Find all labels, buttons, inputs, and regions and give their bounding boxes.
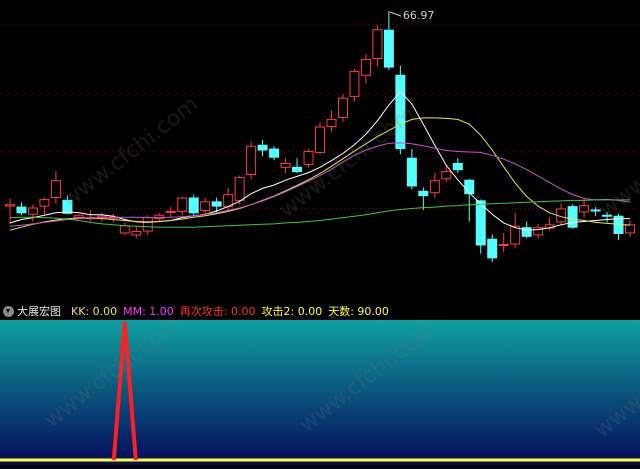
candle-body	[487, 238, 498, 259]
candle-body	[257, 144, 268, 151]
candle-body	[498, 243, 509, 246]
candle-body	[73, 215, 84, 219]
candle-body	[211, 201, 222, 207]
candle-body	[429, 180, 440, 194]
candle-body	[315, 126, 325, 153]
param-attack2: 攻击2: 0.00	[261, 305, 323, 318]
candle-body	[131, 231, 142, 236]
indicator-chart-svg[interactable]	[0, 320, 640, 465]
collapse-toggle-icon[interactable]	[3, 305, 14, 317]
candle-body	[269, 148, 280, 158]
candle-body	[50, 180, 61, 198]
candle-body	[62, 199, 73, 214]
candle-body	[5, 204, 15, 207]
candle-body	[188, 197, 199, 214]
candle-body	[395, 74, 406, 150]
param-attack-again: 再次攻击: 0.00	[179, 305, 256, 318]
indicator-panel[interactable]: www.cfchi.com www.cfchi.com www.cfchi.co…	[0, 312, 640, 465]
candle-body	[349, 70, 360, 97]
candle-body	[567, 206, 578, 228]
candle-body	[337, 97, 348, 118]
candlestick-chart-svg[interactable]: 66.97	[0, 0, 640, 302]
candle-body	[406, 157, 417, 187]
candle-body	[441, 171, 452, 180]
candle-body	[292, 166, 303, 173]
candle-body	[165, 210, 176, 213]
price-chart[interactable]: 66.97 www.cfchi.com www.cfchi.com www.cf…	[0, 0, 640, 302]
candle-body	[246, 145, 257, 175]
indicator-background	[0, 320, 640, 465]
candle-body	[234, 176, 245, 201]
candle-body	[510, 225, 521, 245]
candle-body	[475, 200, 486, 246]
param-days: 天数: 90.00	[328, 305, 389, 318]
candle-body	[39, 198, 50, 207]
candle-body	[372, 29, 383, 59]
candle-body	[360, 58, 371, 76]
candle-body	[625, 224, 635, 234]
candle-body	[142, 217, 153, 232]
candle-body	[326, 118, 337, 128]
indicator-name[interactable]: 大展宏图	[17, 303, 61, 319]
ma-line-0	[9, 90, 630, 231]
high-marker-line	[389, 11, 402, 17]
candle-body	[579, 205, 590, 213]
candle-body	[418, 190, 429, 197]
ma-line-3	[9, 199, 630, 228]
candle-body	[119, 225, 130, 234]
candle-body	[177, 197, 188, 212]
candle-body	[303, 150, 314, 165]
candle-body	[200, 201, 211, 211]
param-kk: KK: 0.00	[71, 304, 118, 318]
candle-body	[280, 162, 291, 168]
candle-body	[16, 206, 27, 214]
candle-body	[383, 29, 394, 68]
high-price-label: 66.97	[403, 9, 435, 22]
ma-line-2	[9, 142, 631, 227]
candle-body	[590, 209, 601, 212]
indicator-header: 大展宏图 KK: 0.00 MM: 1.00 再次攻击: 0.00 攻击2: 0…	[0, 302, 640, 320]
candle-body	[27, 207, 38, 215]
candle-body	[602, 214, 613, 217]
candle-body	[452, 162, 463, 171]
candle-body	[464, 179, 475, 195]
param-mm: MM: 1.00	[123, 304, 174, 318]
